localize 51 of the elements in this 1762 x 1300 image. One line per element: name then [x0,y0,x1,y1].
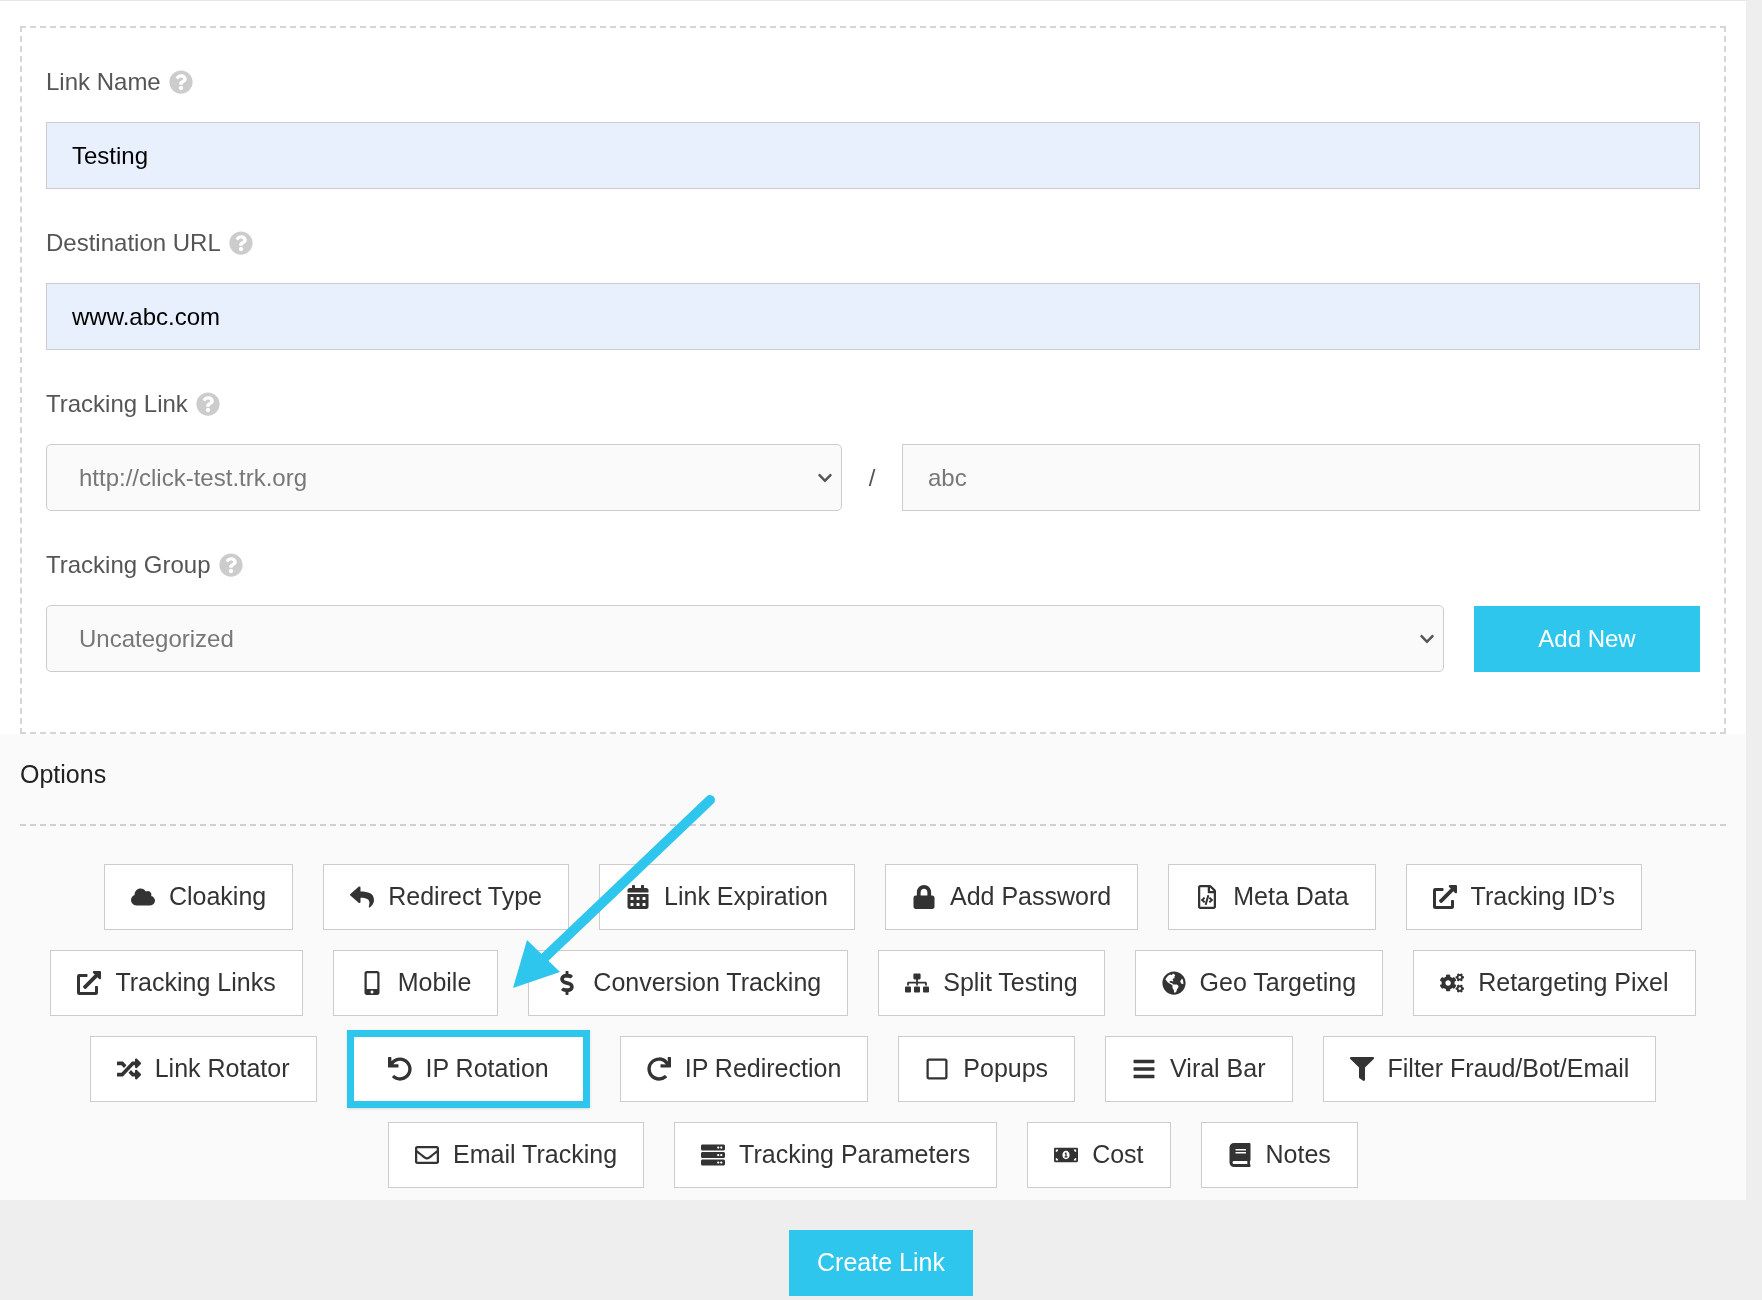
gears-icon [1440,970,1465,995]
option-button[interactable]: Popups [898,1035,1076,1102]
option-button[interactable]: Add Password [885,863,1139,930]
help-icon[interactable] [195,392,220,416]
option-button[interactable]: Split Testing [878,949,1105,1016]
slug-input[interactable]: abc [902,444,1700,511]
option-button[interactable]: IP Rotation [346,1029,590,1108]
field-label: Tracking Group [46,550,211,580]
field-label: Tracking Link [46,389,188,419]
field-label: Link Name [46,67,161,97]
shuffle-icon [116,1056,141,1081]
external-link-icon [77,970,102,995]
option-button[interactable]: Tracking ID’s [1405,863,1643,930]
sitemap-icon [905,970,930,995]
option-button[interactable]: Tracking Parameters [674,1121,998,1188]
group-select[interactable]: Uncategorized [46,605,1444,672]
separator-text: / [867,462,877,493]
text-input[interactable]: Testing [46,122,1700,189]
option-button[interactable]: Tracking Links [50,949,303,1016]
option-button[interactable]: Mobile [332,949,499,1016]
calendar-icon [626,884,651,909]
option-button[interactable]: Link Rotator [89,1035,317,1102]
option-button[interactable]: Geo Targeting [1134,949,1384,1016]
option-button[interactable]: Notes [1200,1121,1358,1188]
field-label: Destination URL [46,228,221,258]
redo-icon [646,1056,671,1081]
option-button[interactable]: Retargeting Pixel [1413,949,1696,1016]
option-button[interactable]: Filter Fraud/Bot/Email [1322,1035,1657,1102]
options-heading: Options [20,759,107,790]
option-button[interactable]: Viral Bar [1105,1035,1293,1102]
filter-icon [1349,1056,1374,1081]
option-button[interactable]: Meta Data [1168,863,1376,930]
option-button[interactable]: Conversion Tracking [528,949,849,1016]
option-button[interactable]: Email Tracking [388,1121,645,1188]
domain-select[interactable]: http://click-test.trk.org [46,444,842,511]
text-input[interactable]: www.abc.com [46,283,1700,350]
option-button[interactable]: IP Redirection [619,1035,869,1102]
option-button[interactable]: Cloaking [103,863,294,930]
help-icon[interactable] [228,231,253,255]
lock-icon [912,884,936,909]
help-icon[interactable] [168,70,193,94]
option-button[interactable]: Cost [1027,1121,1171,1188]
option-button[interactable]: Redirect Type [323,863,570,930]
undo-icon [387,1056,412,1081]
reply-arrow-icon [350,884,375,909]
book-icon [1227,1142,1252,1167]
external-link-icon [1432,884,1457,909]
help-icon[interactable] [218,553,243,577]
server-icon [701,1142,726,1167]
option-button[interactable]: Link Expiration [599,863,855,930]
globe-icon [1161,970,1186,995]
